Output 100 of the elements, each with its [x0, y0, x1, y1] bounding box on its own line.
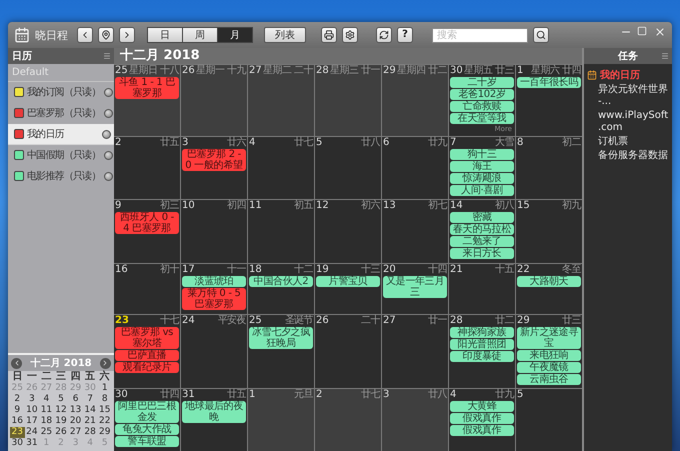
- calendar-event[interactable]: 假戏真作: [450, 413, 514, 424]
- calendar-toggle-button[interactable]: [104, 88, 113, 96]
- day-cell[interactable]: 25星期日 十八 斗鱼 1 - 1 巴塞罗那: [114, 65, 180, 136]
- day-cell[interactable]: 4 廿七: [248, 136, 314, 200]
- help-button[interactable]: ?: [397, 27, 413, 43]
- calendar-event[interactable]: 密藏: [450, 212, 514, 224]
- mini-day[interactable]: 15: [97, 405, 112, 416]
- day-cell[interactable]: 20 十四 又是一年三月三: [382, 264, 448, 314]
- day-cell[interactable]: 26 二十: [315, 314, 381, 388]
- calendar-event[interactable]: 狗十三: [450, 148, 514, 160]
- mini-day[interactable]: 31: [24, 438, 40, 449]
- next-month-button[interactable]: [100, 358, 111, 368]
- mini-day[interactable]: 19: [54, 416, 68, 427]
- task-item[interactable]: www.iPlaySoft.com: [584, 109, 672, 135]
- calendar-event[interactable]: 巴塞罗那 2 - 0 一般的希望: [182, 148, 246, 171]
- calendar-event[interactable]: 斗鱼 1 - 1 巴塞罗那: [115, 77, 179, 99]
- calendar-event[interactable]: 中国合伙人2: [249, 276, 313, 287]
- day-cell[interactable]: 3 廿六 巴塞罗那 2 - 0 一般的希望: [181, 136, 247, 200]
- day-cell[interactable]: 29星期四 廿二: [382, 65, 448, 136]
- day-cell[interactable]: 29 廿三 新片之迷途寻宝 来电狂响 午夜魔镜 云南虫谷: [516, 314, 582, 388]
- mini-day[interactable]: 22: [97, 416, 112, 427]
- day-cell[interactable]: 19 十三 片警宝贝: [315, 264, 381, 314]
- view-tab[interactable]: 月: [217, 27, 253, 43]
- day-cell[interactable]: 25 圣诞节 冰雪七夕之疯狂晚局: [248, 314, 314, 388]
- calendar-event[interactable]: 莱万特 0 - 5 巴塞罗那: [182, 288, 246, 310]
- calendar-event[interactable]: 新片之迷途寻宝: [517, 326, 581, 349]
- mini-day[interactable]: 18: [39, 416, 54, 427]
- calendar-toggle-button[interactable]: [104, 172, 113, 180]
- mini-day[interactable]: 16: [10, 416, 25, 427]
- day-cell[interactable]: 26星期一 十九: [181, 65, 247, 136]
- calendar-event[interactable]: 二十岁: [450, 77, 514, 88]
- task-item[interactable]: 订机票: [584, 135, 672, 149]
- previous-button[interactable]: [77, 27, 93, 43]
- day-cell[interactable]: 15 初九: [516, 200, 582, 263]
- task-item[interactable]: 备份服务器数据: [584, 149, 672, 163]
- day-cell[interactable]: 12 初六: [315, 200, 381, 263]
- calendar-toggle-button[interactable]: [102, 130, 111, 138]
- menu-icon[interactable]: [661, 52, 669, 60]
- day-cell[interactable]: 1 元旦: [248, 389, 314, 451]
- day-cell[interactable]: 17 十一 淡蓝琥珀 莱万特 0 - 5 巴塞罗那: [181, 264, 247, 314]
- mini-day[interactable]: 24: [24, 427, 40, 438]
- calendar-event[interactable]: 阳光普照团: [450, 338, 514, 350]
- mini-day[interactable]: 10: [24, 405, 40, 416]
- mini-day[interactable]: 4: [39, 394, 54, 405]
- calendar-event[interactable]: 春天的马拉松: [450, 224, 514, 236]
- day-cell[interactable]: 24 平安夜: [181, 314, 247, 388]
- day-cell[interactable]: 22 冬至 大路朝天: [516, 264, 582, 314]
- view-tab[interactable]: 日: [147, 27, 183, 43]
- mini-day[interactable]: 2: [10, 394, 25, 405]
- menu-icon[interactable]: [103, 52, 111, 60]
- day-cell[interactable]: 5 廿八: [315, 136, 381, 200]
- calendar-event[interactable]: 老爸102岁: [450, 89, 514, 100]
- mini-day[interactable]: 30: [10, 438, 25, 449]
- mini-day[interactable]: 11: [39, 405, 54, 416]
- previous-month-button[interactable]: [11, 358, 22, 368]
- day-cell[interactable]: 5: [516, 389, 582, 451]
- mini-day[interactable]: 23: [10, 427, 25, 438]
- day-cell[interactable]: 1 星期六 廿四 一百年很长吗: [516, 65, 582, 136]
- calendar-event[interactable]: 阿里巴巴三根金发: [115, 401, 179, 424]
- day-cell[interactable]: 23 十七 巴塞罗那 vs 塞尔塔 巴萨直播 观看纪录片: [114, 314, 180, 388]
- mini-day[interactable]: 3: [24, 394, 40, 405]
- location-button[interactable]: [98, 27, 114, 43]
- day-cell[interactable]: 2 廿五: [114, 136, 180, 200]
- mini-day[interactable]: 26: [54, 427, 68, 438]
- refresh-button[interactable]: [376, 27, 392, 43]
- calendar-event[interactable]: 又是一年三月三: [383, 276, 447, 298]
- mini-day[interactable]: 8: [97, 394, 112, 405]
- day-cell[interactable]: 21 十五: [449, 264, 515, 314]
- calendar-event[interactable]: 来日方长: [450, 248, 514, 260]
- calendar-event[interactable]: 二勉来了: [450, 236, 514, 248]
- mini-day[interactable]: 12: [54, 405, 68, 416]
- calendar-event[interactable]: 大黄蜂: [450, 401, 514, 412]
- mini-day[interactable]: 9: [10, 405, 25, 416]
- calendar-event[interactable]: 云南虫谷: [517, 374, 581, 385]
- calendar-event[interactable]: 在天堂等我: [450, 113, 514, 124]
- calendar-list-item[interactable]: 我的订阅（只读）: [8, 82, 114, 103]
- mini-day[interactable]: 7: [82, 394, 98, 405]
- mini-day[interactable]: 21: [82, 416, 98, 427]
- day-cell[interactable]: 31 廿五 地球最后的夜晚: [181, 389, 247, 451]
- search-field[interactable]: 搜索: [432, 28, 528, 42]
- calendar-event[interactable]: 警车联盟: [115, 436, 179, 448]
- day-cell[interactable]: 28 廿二 神探狗家族 阳光普照团 印度暴徒: [449, 314, 515, 388]
- next-button[interactable]: [119, 27, 135, 43]
- day-cell[interactable]: 3 廿八: [382, 389, 448, 451]
- calendar-event[interactable]: 巴萨直播: [115, 350, 179, 361]
- calendar-event[interactable]: 神探狗家族: [450, 326, 514, 338]
- calendar-list-item[interactable]: 中国假期（只读）: [8, 145, 114, 166]
- day-cell[interactable]: 16 初十: [114, 264, 180, 314]
- calendar-event[interactable]: 惊涛飓浪: [450, 172, 514, 184]
- day-cell[interactable]: 6 廿九: [382, 136, 448, 200]
- day-cell[interactable]: 27 廿一: [382, 314, 448, 388]
- calendar-list-item[interactable]: 电影推荐（只读）: [8, 166, 114, 187]
- calendar-event[interactable]: 地球最后的夜晚: [182, 401, 246, 424]
- close-button[interactable]: [654, 26, 666, 38]
- calendar-event[interactable]: 一百年很长吗: [517, 77, 581, 88]
- calendar-event[interactable]: 冰雪七夕之疯狂晚局: [249, 326, 313, 349]
- calendar-toggle-button[interactable]: [104, 150, 113, 160]
- day-cell[interactable]: 8 初二: [516, 136, 582, 200]
- calendar-event[interactable]: 西班牙人 0 - 4 巴塞罗那: [115, 212, 179, 234]
- mini-day[interactable]: 1: [97, 383, 112, 394]
